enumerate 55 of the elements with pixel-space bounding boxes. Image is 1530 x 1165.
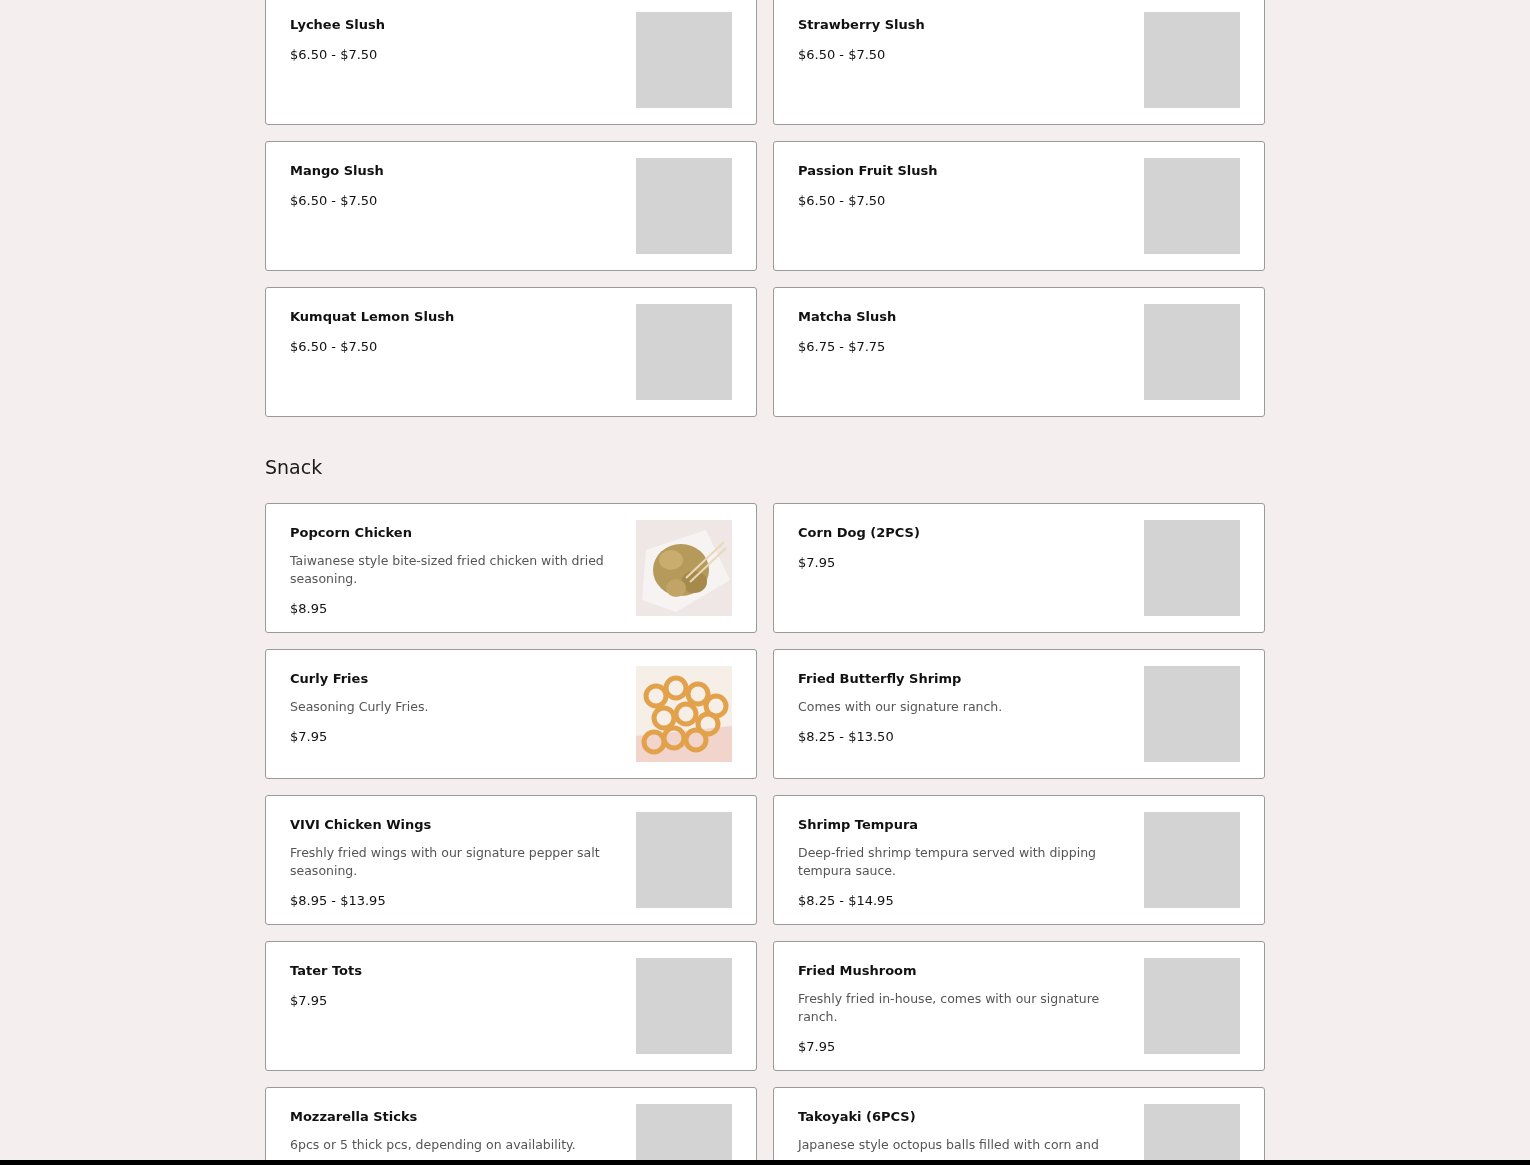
item-description: Freshly fried in-house, comes with our signature ranch. xyxy=(798,990,1101,1026)
item-name: Fried Butterfly Shrimp xyxy=(798,670,963,688)
menu-item-card[interactable]: Matcha Slush $6.75 - $7.75 xyxy=(773,287,1265,417)
menu-item-card[interactable]: VIVI Chicken Wings Freshly fried wings with our signature pepper salt seasoning. $8.95 - $13.95 xyxy=(265,795,757,925)
item-name: Curly Fries xyxy=(290,670,370,688)
item-price: $7.95 xyxy=(798,554,837,572)
item-price: $6.75 - $7.75 xyxy=(798,338,887,356)
item-name: Kumquat Lemon Slush xyxy=(290,308,455,326)
item-name: Shrimp Tempura xyxy=(798,816,920,834)
item-price: $6.50 - $7.50 xyxy=(798,192,887,210)
item-name: Fried Mushroom xyxy=(798,962,918,980)
menu-item-card[interactable]: Corn Dog (2PCS) $7.95 xyxy=(773,503,1265,633)
item-name: Mozzarella Sticks xyxy=(290,1108,419,1126)
item-description: Seasoning Curly Fries. xyxy=(290,698,429,716)
item-name: VIVI Chicken Wings xyxy=(290,816,433,834)
item-price: $7.95 xyxy=(290,992,329,1010)
item-name: Passion Fruit Slush xyxy=(798,162,938,180)
menu-item-card[interactable]: Passion Fruit Slush $6.50 - $7.50 xyxy=(773,141,1265,271)
item-price: $6.50 - $7.50 xyxy=(798,46,887,64)
menu-item-card[interactable]: Kumquat Lemon Slush $6.50 - $7.50 xyxy=(265,287,757,417)
menu-item-card[interactable]: Popcorn Chicken Taiwanese style bite-sized fried chicken with dried seasoning. $8.95 xyxy=(265,503,757,633)
item-price: $7.95 xyxy=(798,1038,837,1056)
menu-item-card[interactable]: Tater Tots $7.95 xyxy=(265,941,757,1071)
item-price: $6.50 - $7.50 xyxy=(290,192,379,210)
item-price: $8.95 xyxy=(290,600,329,618)
item-name: Popcorn Chicken xyxy=(290,524,413,542)
item-description: Taiwanese style bite-sized fried chicken with dried seasoning. xyxy=(290,552,605,588)
item-description: Deep-fried shrimp tempura served with dipping tempura sauce. xyxy=(798,844,1098,880)
item-description: Japanese style octopus balls filled with corn and xyxy=(798,1136,1099,1154)
menu-item-card[interactable]: Mozzarella Sticks 6pcs or 5 thick pcs, depending on availability. xyxy=(265,1087,757,1160)
menu-item-card[interactable]: Curly Fries Seasoning Curly Fries. $7.95 xyxy=(265,649,757,779)
menu-item-card[interactable]: Takoyaki (6PCS) Japanese style octopus balls filled with corn and xyxy=(773,1087,1265,1160)
item-name: Corn Dog (2PCS) xyxy=(798,524,920,542)
item-price: $8.95 - $13.95 xyxy=(290,892,387,910)
item-price: $6.50 - $7.50 xyxy=(290,338,379,356)
item-name: Matcha Slush xyxy=(798,308,897,326)
item-name: Tater Tots xyxy=(290,962,362,980)
item-name: Strawberry Slush xyxy=(798,16,925,34)
menu-item-card[interactable]: Fried Butterfly Shrimp Comes with our signature ranch. $8.25 - $13.50 xyxy=(773,649,1265,779)
item-description: 6pcs or 5 thick pcs, depending on availability. xyxy=(290,1136,576,1154)
item-name: Lychee Slush xyxy=(290,16,386,34)
item-price: $6.50 - $7.50 xyxy=(290,46,379,64)
menu-item-card[interactable]: Fried Mushroom Freshly fried in-house, comes with our signature ranch. $7.95 xyxy=(773,941,1265,1071)
item-price: $8.25 - $14.95 xyxy=(798,892,895,910)
item-price: $7.95 xyxy=(290,728,329,746)
menu-item-card[interactable]: Mango Slush $6.50 - $7.50 xyxy=(265,141,757,271)
section-title: Snack xyxy=(265,455,324,479)
item-name: Mango Slush xyxy=(290,162,384,180)
menu-item-card[interactable]: Strawberry Slush $6.50 - $7.50 xyxy=(773,0,1265,125)
item-name: Takoyaki (6PCS) xyxy=(798,1108,917,1126)
item-price: $8.25 - $13.50 xyxy=(798,728,895,746)
item-description: Comes with our signature ranch. xyxy=(798,698,1003,716)
menu-item-card[interactable]: Shrimp Tempura Deep-fried shrimp tempura served with dipping tempura sauce. $8.25 - $14.95 xyxy=(773,795,1265,925)
menu-item-card[interactable]: Lychee Slush $6.50 - $7.50 xyxy=(265,0,757,125)
item-description: Freshly fried wings with our signature pepper salt seasoning. xyxy=(290,844,601,880)
